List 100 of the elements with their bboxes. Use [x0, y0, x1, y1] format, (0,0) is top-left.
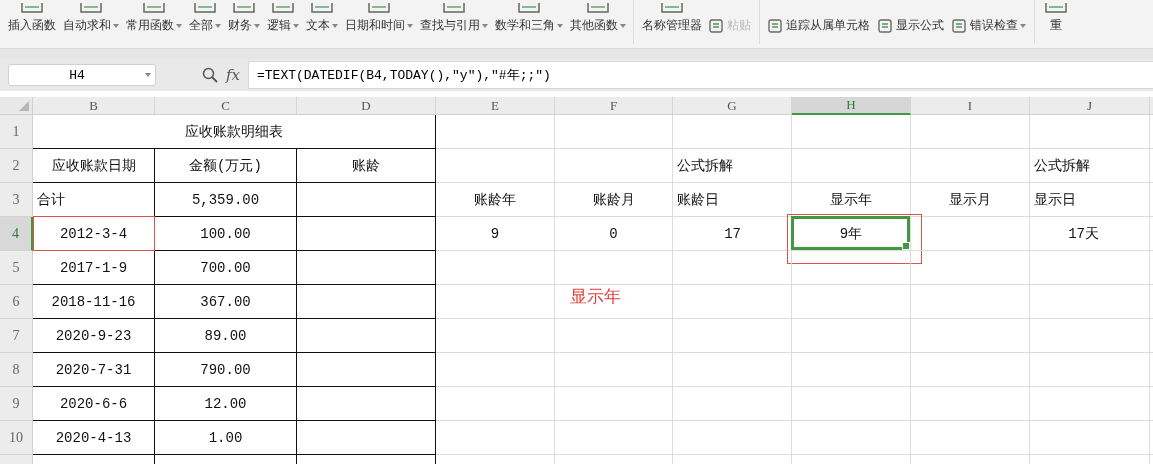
ribbon-button[interactable]: 常用函数 [126, 3, 182, 48]
caret-icon [113, 23, 119, 28]
fx-button[interactable]: fx [226, 66, 240, 84]
table-cell: 显示年 [792, 183, 911, 217]
column-header[interactable]: C [155, 97, 297, 115]
ribbon-button[interactable]: 错误检查 [952, 17, 1026, 48]
table-cell: 17天 [1030, 217, 1150, 251]
caret-icon [215, 23, 221, 28]
row-header[interactable]: 9 [0, 387, 33, 421]
ribbon-button[interactable]: 查找与引用 [420, 3, 488, 48]
caret-icon [482, 23, 488, 28]
table-cell: 2020-7-31 [33, 353, 155, 387]
column-header[interactable]: B [33, 97, 155, 115]
ribbon-button[interactable]: 名称管理器 [642, 3, 702, 48]
table-cell: 2018-11-16 [33, 285, 155, 319]
ribbon-icon [441, 3, 467, 15]
column-header[interactable]: D [297, 97, 436, 115]
caret-icon [1020, 23, 1026, 28]
row-header[interactable]: 6 [0, 285, 33, 319]
fill-handle[interactable] [902, 242, 910, 250]
table-cell: 1.00 [155, 421, 297, 455]
ribbon-icon [768, 17, 784, 34]
ribbon-button[interactable]: 日期和时间 [345, 3, 413, 48]
ribbon-button[interactable]: 逻辑 [267, 3, 299, 48]
table-cell: 9 [436, 217, 555, 251]
caret-icon [293, 23, 299, 28]
column-header[interactable]: G [673, 97, 792, 115]
table-cell: 17 [673, 217, 792, 251]
column-header[interactable]: J [1030, 97, 1150, 115]
table-cell: 显示月 [911, 183, 1030, 217]
table-cell: 2020-6-6 [33, 387, 155, 421]
ribbon-icon [709, 17, 725, 34]
ribbon-button[interactable]: 文本 [306, 3, 338, 48]
table-cell: 账龄月 [555, 183, 673, 217]
ribbon-icon [659, 3, 685, 15]
caret-icon [254, 23, 260, 28]
caret-icon [620, 23, 626, 28]
ribbon-icon [309, 3, 335, 15]
column-header[interactable]: E [436, 97, 555, 115]
table-cell: 2012-3-4 [33, 217, 155, 251]
search-icon[interactable] [202, 67, 218, 83]
annotation-text: 显示年 [555, 285, 673, 319]
name-box[interactable]: H4 [8, 64, 156, 86]
table-cell: 367.00 [155, 285, 297, 319]
caret-icon [176, 23, 182, 28]
table-cell: 账龄年 [436, 183, 555, 217]
table-cell: 公式拆解 [673, 149, 792, 183]
ribbon-button[interactable]: 财务 [228, 3, 260, 48]
table-cell: 100.00 [155, 217, 297, 251]
caret-icon [407, 23, 413, 28]
row-header[interactable]: 3 [0, 183, 33, 217]
table-cell: 9年 [792, 217, 911, 251]
column-header[interactable]: H [792, 97, 911, 115]
ribbon-icon [366, 3, 392, 15]
table-cell: 显示日 [1030, 183, 1150, 217]
table-cell: 应收账款明细表 [33, 115, 436, 149]
ribbon-icon [231, 3, 257, 15]
table-cell: 账龄 [297, 149, 436, 183]
ribbon-button[interactable]: 追踪从属单元格 [768, 17, 870, 48]
ribbon-button[interactable]: 重 [1043, 3, 1069, 48]
formula-field[interactable]: =TEXT(DATEDIF(B4,TODAY(),"y"),"#年;;") [248, 61, 1153, 89]
ribbon-icon [78, 3, 104, 15]
table-cell: 2017-1-9 [33, 251, 155, 285]
caret-icon [145, 73, 151, 77]
ribbon-icon [878, 17, 894, 34]
table-cell: 金额(万元) [155, 149, 297, 183]
ribbon-icon [952, 17, 968, 34]
table-cell: 2020-4-13 [33, 421, 155, 455]
table-cell: 700.00 [155, 251, 297, 285]
row-header[interactable]: 5 [0, 251, 33, 285]
table-cell: 合计 [33, 183, 155, 217]
table-cell: 0 [555, 217, 673, 251]
caret-icon [557, 23, 563, 28]
row-header[interactable]: 8 [0, 353, 33, 387]
table-cell: 790.00 [155, 353, 297, 387]
table-cell: 应收账款日期 [33, 149, 155, 183]
ribbon-icon [192, 3, 218, 15]
row-header[interactable]: 7 [0, 319, 33, 353]
column-header[interactable]: I [911, 97, 1030, 115]
ribbon-button[interactable]: 其他函数 [570, 3, 626, 48]
ribbon-button[interactable]: 数学和三角 [495, 3, 563, 48]
ribbon-button[interactable]: 全部 [189, 3, 221, 48]
table-cell: 账龄日 [673, 183, 792, 217]
table-cell: 2020-9-23 [33, 319, 155, 353]
ribbon-icon [516, 3, 542, 15]
column-header[interactable]: F [555, 97, 673, 115]
row-header[interactable]: 4 [0, 217, 33, 251]
table-cell: 5,359.00 [155, 183, 297, 217]
row-header[interactable]: 10 [0, 421, 33, 455]
table-cell: 12.00 [155, 387, 297, 421]
ribbon-icon [585, 3, 611, 15]
ribbon-button[interactable]: 插入函数 [8, 3, 56, 48]
caret-icon [332, 23, 338, 28]
ribbon-button[interactable]: 显示公式 [878, 17, 944, 48]
ribbon-icon [1043, 3, 1069, 15]
ribbon-button[interactable]: 自动求和 [63, 3, 119, 48]
row-header[interactable]: 1 [0, 115, 33, 149]
table-cell: 公式拆解 [1030, 149, 1150, 183]
ribbon-icon [19, 3, 45, 15]
row-header[interactable]: 2 [0, 149, 33, 183]
